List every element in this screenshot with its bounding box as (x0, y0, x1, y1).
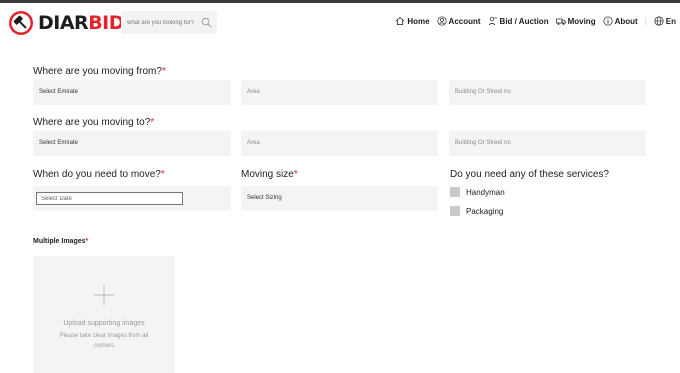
images-label: Multiple Images* (33, 238, 88, 245)
nav-bid-auction[interactable]: Bid / Auction (488, 16, 549, 26)
search-input[interactable] (121, 11, 197, 35)
required-mark: * (85, 238, 89, 245)
brand-name-part1: DIAR (38, 11, 89, 34)
nav-about[interactable]: About (603, 16, 638, 26)
required-mark: * (293, 169, 298, 180)
date-field (33, 186, 231, 211)
nav-bid-auction-label: Bid / Auction (499, 16, 549, 26)
packaging-checkbox[interactable] (450, 206, 460, 216)
service-option-label: Handyman (466, 187, 505, 197)
info-icon (603, 16, 613, 26)
site-header: DIARBID Home Account Bid / Auction Movin… (0, 3, 680, 43)
nav-home[interactable]: Home (395, 16, 430, 26)
brand-logo[interactable]: DIARBID (8, 9, 125, 37)
upload-hint: Please take clear images from all corner… (59, 333, 149, 349)
home-icon (396, 16, 405, 25)
nav-about-label: About (614, 16, 638, 26)
nav-moving[interactable]: Moving (555, 16, 596, 26)
nav-language-label: En (665, 16, 676, 26)
date-input[interactable] (36, 192, 183, 205)
handyman-checkbox[interactable] (450, 187, 460, 197)
from-question: Where are you moving from?* (33, 66, 166, 77)
nav-account[interactable]: Account (436, 16, 481, 26)
service-option-handyman[interactable]: Handyman (450, 187, 505, 197)
plus-icon (94, 285, 114, 305)
from-question-text: Where are you moving from? (33, 66, 162, 77)
nav-home-label: Home (407, 16, 430, 26)
when-question: When do you need to move?* (33, 169, 165, 180)
search-box (121, 11, 217, 35)
size-select[interactable]: Select Sizing (241, 186, 438, 211)
brand-name-part2: BID (88, 11, 125, 34)
services-question: Do you need any of these services? (450, 169, 609, 180)
from-emirate-select[interactable]: Select Emirate (33, 80, 231, 105)
account-icon (436, 16, 447, 26)
brand-name: DIARBID (38, 11, 125, 34)
logo-gavel-icon (9, 11, 33, 35)
required-mark: * (160, 169, 165, 180)
when-question-text: When do you need to move? (33, 169, 161, 180)
to-question-text: Where are you moving to? (33, 117, 151, 128)
search-icon[interactable] (201, 17, 212, 28)
images-label-text: Multiple Images (33, 238, 86, 245)
truck-icon (555, 18, 566, 25)
main-nav: Home Account Bid / Auction Moving About … (388, 16, 676, 26)
nav-moving-label: Moving (567, 16, 596, 26)
nav-language[interactable]: En (654, 16, 676, 26)
to-street-input[interactable]: Building Or Street no (449, 131, 646, 156)
nav-separator: | (644, 16, 647, 26)
upload-title: Upload supporting images (63, 320, 145, 327)
from-street-input[interactable]: Building Or Street no (449, 80, 646, 105)
service-option-label: Packaging (466, 206, 504, 216)
from-area-input[interactable]: Area (241, 80, 438, 105)
service-option-packaging[interactable]: Packaging (450, 206, 503, 216)
required-mark: * (150, 117, 155, 128)
globe-icon (654, 16, 664, 26)
image-upload-dropzone[interactable]: Upload supporting images Please take cle… (33, 256, 175, 373)
nav-account-label: Account (448, 16, 481, 26)
size-question-text: Moving size (241, 169, 294, 180)
size-question: Moving size* (241, 169, 298, 180)
to-area-input[interactable]: Area (241, 131, 438, 156)
to-question: Where are you moving to?* (33, 117, 154, 128)
required-mark: * (161, 66, 166, 77)
bid-icon (488, 16, 497, 26)
to-emirate-select[interactable]: Select Emirate (33, 131, 231, 156)
